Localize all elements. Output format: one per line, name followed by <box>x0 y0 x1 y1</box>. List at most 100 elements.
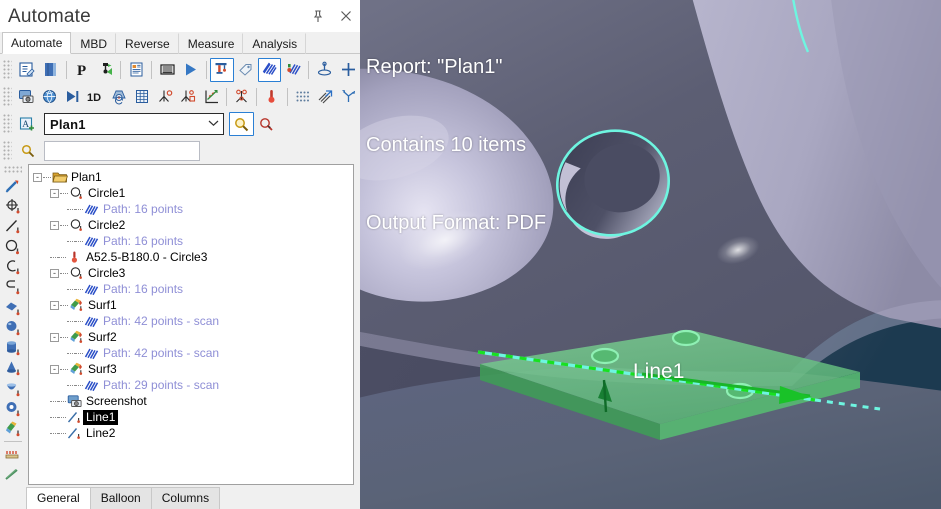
tree-item-path-42-points-scan[interactable]: Path: 42 points - scan <box>33 313 353 329</box>
table-grid-icon[interactable] <box>131 85 154 109</box>
axis-chart-icon[interactable] <box>200 85 223 109</box>
feature-toolbar-grip[interactable] <box>4 166 22 174</box>
tab-general[interactable]: General <box>26 487 91 509</box>
robot-arm-icon[interactable] <box>209 57 234 82</box>
vector-arrows-icon[interactable] <box>314 85 337 109</box>
sphere-feature-icon[interactable] <box>1 318 25 338</box>
cone-feature-icon[interactable] <box>1 358 25 378</box>
point-feature-icon[interactable] <box>1 176 25 196</box>
tree-expander[interactable]: - <box>50 300 59 310</box>
plan-combobox[interactable]: Plan1 <box>44 113 224 135</box>
tree-item-circle1[interactable]: - Circle1 <box>33 185 353 201</box>
align-point-icon[interactable] <box>154 85 177 109</box>
path-icon <box>83 282 100 297</box>
tab-balloon[interactable]: Balloon <box>89 487 152 509</box>
paraboloid-feature-icon[interactable] <box>1 379 25 399</box>
one-d-icon[interactable]: 1D <box>84 85 107 109</box>
magnifier-off-icon[interactable] <box>254 112 279 136</box>
surface-feature-icon[interactable] <box>1 419 25 439</box>
tree-expander[interactable]: - <box>33 172 42 182</box>
chevron-down-icon[interactable] <box>208 119 219 130</box>
toolbar-grip[interactable] <box>3 141 12 161</box>
polyline-icon[interactable] <box>1 465 25 485</box>
view-refresh-icon[interactable] <box>108 85 131 109</box>
magnifier-icon[interactable] <box>229 112 254 136</box>
scan-probe-icon[interactable] <box>281 58 305 82</box>
tree-item-surf1[interactable]: - Surf1 <box>33 297 353 313</box>
list-lines-icon[interactable] <box>155 58 179 82</box>
play-icon[interactable] <box>179 58 203 82</box>
toolbar-grip[interactable] <box>3 59 12 80</box>
tree-item-path-16-points[interactable]: Path: 16 points <box>33 281 353 297</box>
tree-item-path-16-points[interactable]: Path: 16 points <box>33 233 353 249</box>
step-forward-icon[interactable] <box>61 85 84 109</box>
tree-item-surf2[interactable]: - Surf2 <box>33 329 353 345</box>
plus-icon[interactable] <box>336 58 360 82</box>
circle-center-icon[interactable] <box>1 196 25 216</box>
cylinder-feature-icon[interactable] <box>1 338 25 358</box>
toolbar-separator <box>308 60 310 79</box>
panel-titlebar: Automate <box>0 0 360 32</box>
pin-icon[interactable] <box>310 8 326 24</box>
point-cloud-icon[interactable] <box>291 85 314 109</box>
globe-icon[interactable] <box>38 85 61 109</box>
program-p-icon[interactable]: P <box>70 58 94 82</box>
anchor-icon[interactable] <box>312 58 336 82</box>
3d-scene <box>360 0 941 509</box>
branch-icon[interactable] <box>337 85 360 109</box>
tree-item-line2[interactable]: Line2 <box>33 425 353 441</box>
toolbar-grip[interactable] <box>3 114 12 134</box>
tab-measure[interactable]: Measure <box>179 33 244 54</box>
tree-expander[interactable]: - <box>50 188 59 198</box>
toolbar-grip[interactable] <box>3 86 12 107</box>
torus-feature-icon[interactable] <box>1 399 25 419</box>
arc-feature-icon[interactable] <box>1 257 25 277</box>
tree-expander[interactable]: - <box>50 332 59 342</box>
align-square-icon[interactable] <box>177 85 200 109</box>
plane-feature-icon[interactable] <box>1 297 25 317</box>
tree-item-a52-5-b180-0-circle3[interactable]: A52.5-B180.0 - Circle3 <box>33 249 353 265</box>
tree-item-label: Screenshot <box>86 393 147 408</box>
edit-list-icon[interactable] <box>15 58 39 82</box>
slot-feature-icon[interactable] <box>1 277 25 297</box>
tag-icon[interactable] <box>234 58 258 82</box>
probe-green-icon[interactable] <box>94 58 118 82</box>
search-input[interactable] <box>44 141 200 161</box>
tab-reverse[interactable]: Reverse <box>116 33 179 54</box>
tree-item-label: Surf2 <box>88 329 117 344</box>
tab-automate[interactable]: Automate <box>2 32 72 54</box>
scan-lines-icon[interactable] <box>257 57 282 82</box>
circle-feature-icon[interactable] <box>1 237 25 257</box>
datum-align-icon[interactable] <box>230 85 253 109</box>
tree-item-circle2[interactable]: - Circle2 <box>33 217 353 233</box>
tree-item-line1[interactable]: Line1 <box>33 409 353 425</box>
report-page-icon[interactable] <box>124 58 148 82</box>
line-feature-icon[interactable] <box>1 216 25 236</box>
book-icon[interactable] <box>39 58 63 82</box>
tree-expander[interactable]: - <box>50 364 59 374</box>
tree-item-circle3[interactable]: - Circle3 <box>33 265 353 281</box>
feature-tree[interactable]: - Plan1- Circle1 Path: 16 points - Circle2 Pat… <box>28 164 354 485</box>
tab-analysis[interactable]: Analysis <box>243 33 307 54</box>
search-icon <box>15 139 40 163</box>
tree-connector <box>75 352 83 354</box>
tree-item-path-16-points[interactable]: Path: 16 points <box>33 201 353 217</box>
tree-expander[interactable]: - <box>50 268 59 278</box>
tree-item-screenshot[interactable]: Screenshot <box>33 393 353 409</box>
tab-mbd[interactable]: MBD <box>71 33 117 54</box>
tree-expander[interactable]: - <box>50 220 59 230</box>
tree-item-surf3[interactable]: - Surf3 <box>33 361 353 377</box>
grid-points-icon[interactable] <box>1 444 25 464</box>
tab-columns[interactable]: Columns <box>150 487 221 509</box>
add-annotation-icon[interactable]: A <box>15 112 40 136</box>
feature-toolbar <box>0 164 26 485</box>
screenshot-camera-icon[interactable] <box>15 85 38 109</box>
tree-item-plan1[interactable]: - Plan1 <box>33 169 353 185</box>
3d-viewport[interactable]: Report: "Plan1" Contains 10 items Output… <box>360 0 941 509</box>
tree-item-path-29-points-scan[interactable]: Path: 29 points - scan <box>33 377 353 393</box>
tree-connector <box>75 240 83 242</box>
close-icon[interactable] <box>338 8 354 24</box>
tree-item-label: Surf1 <box>88 297 117 312</box>
tree-item-path-42-points-scan[interactable]: Path: 42 points - scan <box>33 345 353 361</box>
thermometer-icon[interactable] <box>260 85 283 109</box>
